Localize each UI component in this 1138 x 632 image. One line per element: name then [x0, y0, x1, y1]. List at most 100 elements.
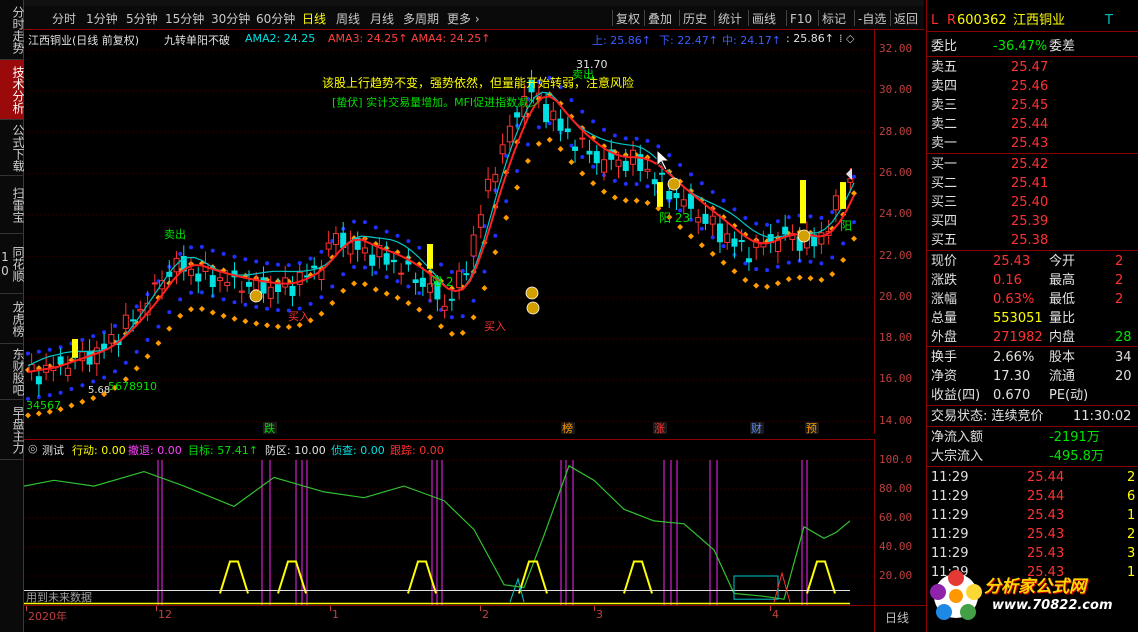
chart-options-icon[interactable]: ⁞ ◇: [839, 32, 854, 45]
quote-panel: L R 600362 江西铜业 T 委比 -36.47% 委差 卖五 25.47 卖四 25.46 卖三…: [926, 0, 1138, 632]
upper-band-dot: [830, 210, 835, 215]
orange-band-dot: [448, 330, 455, 337]
toolbar-button-0[interactable]: 复权: [616, 10, 640, 28]
lower-band-dot: [80, 383, 85, 388]
date-tick: 3: [596, 608, 603, 621]
toolbar-button-6[interactable]: 标记: [822, 10, 846, 28]
upper-band-dot: [612, 133, 617, 138]
candle-body: [470, 234, 477, 257]
quote-cell: 最高: [1049, 273, 1076, 288]
left-tab-3[interactable]: 扫雷宝: [0, 176, 25, 234]
period-tab-0[interactable]: 分时: [52, 10, 76, 28]
toolbar-button-7[interactable]: -自选: [858, 10, 886, 28]
lower-band-dot: [645, 184, 650, 189]
left-tab-1[interactable]: 技术分析: [0, 60, 25, 120]
upper-band-dot: [36, 349, 41, 354]
upper-band-dot: [819, 215, 824, 220]
candle-body: [651, 179, 658, 185]
quote-cell: 25.43: [1027, 546, 1065, 561]
event-badge: 榜: [562, 421, 573, 434]
money-bag-icon[interactable]: [526, 301, 540, 315]
lower-band-dot: [123, 360, 128, 365]
lower-band-dot: [623, 181, 628, 186]
money-bag-icon[interactable]: [525, 286, 539, 300]
quote-cell: -36.47%: [993, 39, 1048, 54]
period-tab-7[interactable]: 周线: [336, 10, 360, 28]
toolbar-button-2[interactable]: 历史: [683, 10, 707, 28]
candle-body: [369, 254, 376, 266]
upper-band-dot: [786, 215, 791, 220]
toolbar-separator: [854, 10, 855, 26]
toolbar-button-3[interactable]: 统计: [718, 10, 742, 28]
quote-cell: 大宗流入: [931, 449, 984, 464]
sub-menu-icon[interactable]: ◎: [28, 442, 38, 455]
orange-band-dot: [329, 299, 336, 306]
quote-cell: 买三: [931, 195, 958, 210]
quote-cell: 内盘: [1049, 330, 1076, 345]
period-tab-9[interactable]: 多周期: [403, 10, 439, 28]
period-tab-1[interactable]: 1分钟: [86, 10, 118, 28]
left-tab-4[interactable]: 同花顺10: [0, 234, 25, 294]
period-tab-2[interactable]: 5分钟: [126, 10, 158, 28]
money-bag-icon[interactable]: [249, 289, 263, 303]
toolbar-button-5[interactable]: F10: [790, 10, 812, 28]
period-tab-4[interactable]: 30分钟: [211, 10, 250, 28]
toolbar-separator: [786, 10, 787, 26]
sub-tick: 60.00: [879, 511, 913, 524]
price-tick: 26.00: [879, 165, 913, 179]
candle-body: [137, 308, 144, 312]
candle-body: [325, 242, 332, 250]
orange-band-dot: [166, 325, 173, 332]
orange-band-dot: [622, 197, 629, 204]
lower-band-dot: [254, 304, 259, 309]
price-tick: 30.00: [879, 83, 913, 97]
sub-indicator-chart[interactable]: 用到未来数据: [24, 455, 874, 605]
candle-body: [303, 275, 310, 278]
candle-body: [564, 128, 571, 133]
left-tab-5[interactable]: 龙虎榜: [0, 294, 25, 344]
candle-body: [550, 110, 557, 121]
lower-band-dot: [775, 264, 780, 269]
left-tab-0[interactable]: 分时走势: [0, 0, 25, 60]
stat-row: 涨跌 0.16 最高 2: [927, 271, 1138, 290]
quote-cell: 1: [1127, 508, 1136, 523]
watermark-text: 分析家公式网: [984, 577, 1086, 597]
period-tab-3[interactable]: 15分钟: [165, 10, 204, 28]
orange-band-dot: [253, 320, 260, 327]
period-label[interactable]: 日线: [874, 605, 926, 632]
ask-row: 卖四 25.46: [927, 77, 1138, 96]
period-tab-5[interactable]: 60分钟: [256, 10, 295, 28]
period-tab-10[interactable]: 更多 ›: [447, 10, 480, 28]
upper-band-dot: [91, 334, 96, 339]
bid-row: 买一 25.42: [927, 155, 1138, 174]
quote-cell: 25.43: [1027, 508, 1065, 523]
kline-chart[interactable]: 该股上行趋势不变，强势依然，但量能开始转弱，注意风险[蛰伏] 实计交易量增加。M…: [24, 46, 874, 434]
orange-band-dot: [633, 197, 640, 204]
toolbar-button-8[interactable]: 返回: [894, 10, 918, 28]
money-bag-icon[interactable]: [797, 229, 811, 243]
quote-cell: 流通: [1049, 369, 1076, 384]
toolbar-button-1[interactable]: 叠加: [648, 10, 672, 28]
lower-band-dot: [112, 369, 117, 374]
toolbar-button-4[interactable]: 画线: [752, 10, 776, 28]
tick-row: 11:29 25.44 2: [927, 468, 1138, 487]
lower-band-dot: [449, 315, 454, 320]
left-tab-2[interactable]: 公式下载: [0, 120, 25, 176]
quote-cell: 买四: [931, 214, 958, 229]
candle-body: [238, 290, 245, 293]
quote-cell: 买一: [931, 157, 958, 172]
candle-body: [514, 112, 521, 118]
orange-band-dot: [220, 312, 227, 319]
period-tab-6[interactable]: 日线: [302, 10, 326, 28]
period-tab-8[interactable]: 月线: [370, 10, 394, 28]
event-badge: 涨: [654, 422, 665, 434]
orange-band-dot: [785, 276, 792, 283]
top-menu-strip: [24, 0, 924, 6]
left-tab-6[interactable]: 东财股吧: [0, 344, 25, 400]
quote-cell: 0.16: [993, 273, 1022, 288]
money-bag-icon[interactable]: [667, 177, 681, 191]
orange-band-dot: [546, 136, 553, 143]
quote-cell: 3: [1127, 546, 1136, 561]
left-tab-7[interactable]: 早盘主力: [0, 400, 25, 460]
candle-body: [289, 285, 296, 296]
